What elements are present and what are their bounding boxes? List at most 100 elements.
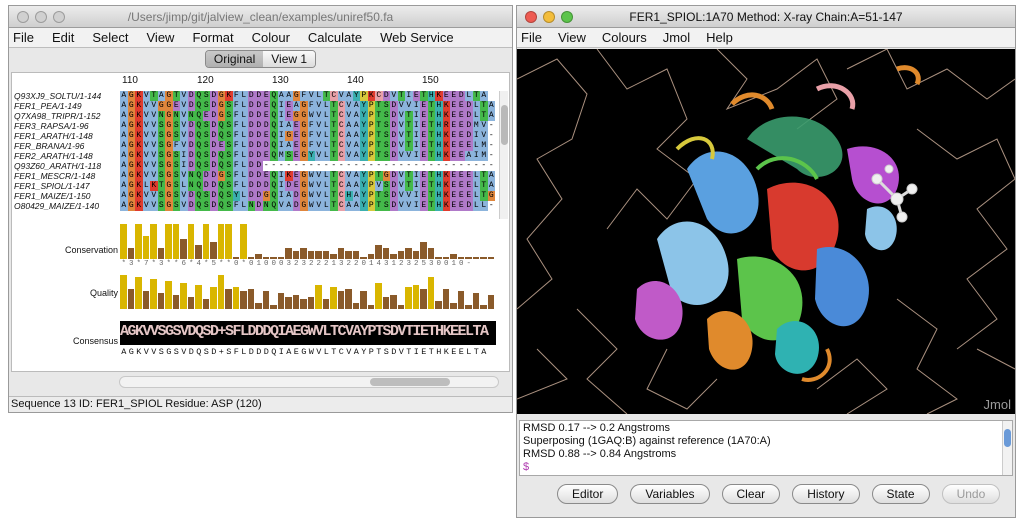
residue-cell[interactable]: I (412, 141, 420, 151)
residue-cell[interactable]: K (442, 181, 450, 191)
residue-cell[interactable]: A (487, 101, 495, 111)
residue-cell[interactable]: Y (360, 111, 368, 121)
residue-cell[interactable]: N (172, 111, 180, 121)
residue-cell[interactable]: V (405, 101, 413, 111)
menu-edit[interactable]: Edit (52, 30, 74, 45)
residue-cell[interactable]: E (292, 141, 300, 151)
residue-cell[interactable]: V (405, 201, 413, 211)
residue-cell[interactable]: C (337, 131, 345, 141)
residue-cell[interactable]: D (247, 161, 255, 171)
residue-cell[interactable]: D (210, 151, 218, 161)
residue-cell[interactable]: D (210, 101, 218, 111)
residue-cell[interactable]: E (450, 111, 458, 121)
residue-cell[interactable]: K (435, 91, 443, 101)
residue-cell[interactable]: V (397, 181, 405, 191)
residue-cell[interactable]: H (435, 181, 443, 191)
residue-cell[interactable]: I (412, 201, 420, 211)
residue-cell[interactable]: E (420, 111, 428, 121)
residue-cell[interactable]: V (180, 111, 188, 121)
residue-cell[interactable]: V (405, 191, 413, 201)
residue-cell[interactable]: T (330, 181, 338, 191)
residue-cell[interactable]: - (465, 161, 473, 171)
residue-cell[interactable]: T (427, 171, 435, 181)
residue-cell[interactable]: K (135, 161, 143, 171)
residue-cell[interactable]: Y (360, 181, 368, 191)
residue-cell[interactable]: V (345, 171, 353, 181)
residue-cell[interactable]: D (187, 131, 195, 141)
residue-cell[interactable]: E (450, 141, 458, 151)
residue-cell[interactable]: - (487, 161, 495, 171)
residue-cell[interactable]: S (172, 121, 180, 131)
residue-cell[interactable]: E (465, 141, 473, 151)
residue-cell[interactable]: S (202, 101, 210, 111)
residue-cell[interactable]: E (457, 181, 465, 191)
residue-cell[interactable]: A (345, 201, 353, 211)
residue-cell[interactable]: V (142, 121, 150, 131)
residue-cell[interactable]: A (487, 111, 495, 121)
residue-cell[interactable]: A (120, 161, 128, 171)
residue-cell[interactable]: D (255, 121, 263, 131)
residue-cell[interactable]: A (120, 131, 128, 141)
residue-cell[interactable]: G (127, 151, 135, 161)
residue-cell[interactable]: D (465, 131, 473, 141)
residue-cell[interactable]: A (352, 201, 360, 211)
residue-cell[interactable]: T (480, 191, 488, 201)
residue-cell[interactable]: Y (360, 121, 368, 131)
residue-cell[interactable]: T (480, 171, 488, 181)
residue-cell[interactable]: F (232, 171, 240, 181)
residue-cell[interactable]: A (292, 101, 300, 111)
residue-cell[interactable]: D (390, 111, 398, 121)
residue-cell[interactable]: V (180, 91, 188, 101)
residue-cell[interactable]: S (382, 101, 390, 111)
residue-cell[interactable]: E (292, 131, 300, 141)
residue-cell[interactable]: V (397, 151, 405, 161)
residue-cell[interactable]: C (337, 201, 345, 211)
residue-cell[interactable]: H (435, 101, 443, 111)
residue-cell[interactable]: P (367, 151, 375, 161)
residue-cell[interactable]: S (225, 111, 233, 121)
residue-cell[interactable]: F (232, 151, 240, 161)
menu-colours[interactable]: Colours (602, 30, 647, 45)
residue-cell[interactable]: A (345, 181, 353, 191)
residue-cell[interactable]: T (405, 181, 413, 191)
residue-cell[interactable]: D (390, 201, 398, 211)
residue-cell[interactable]: T (405, 171, 413, 181)
residue-cell[interactable]: L (465, 91, 473, 101)
residue-cell[interactable]: I (180, 151, 188, 161)
residue-cell[interactable]: G (127, 141, 135, 151)
residue-cell[interactable]: D (255, 141, 263, 151)
residue-cell[interactable]: I (277, 141, 285, 151)
residue-cell[interactable]: L (240, 121, 248, 131)
residue-cell[interactable]: - (420, 161, 428, 171)
residue-cell[interactable]: T (405, 141, 413, 151)
residue-cell[interactable]: P (360, 91, 368, 101)
residue-cell[interactable]: D (255, 91, 263, 101)
residue-cell[interactable]: D (210, 111, 218, 121)
residue-cell[interactable]: W (307, 201, 315, 211)
residue-cell[interactable]: P (367, 171, 375, 181)
residue-cell[interactable]: I (472, 151, 480, 161)
residue-cell[interactable]: G (165, 131, 173, 141)
residue-cell[interactable]: E (450, 91, 458, 101)
residue-cell[interactable]: D (255, 131, 263, 141)
residue-cell[interactable]: K (150, 181, 158, 191)
residue-cell[interactable]: E (457, 171, 465, 181)
residue-cell[interactable]: V (315, 111, 323, 121)
residue-cell[interactable]: S (225, 121, 233, 131)
residue-cell[interactable]: L (322, 141, 330, 151)
residue-cell[interactable]: - (292, 161, 300, 171)
residue-cell[interactable]: F (232, 201, 240, 211)
residue-cell[interactable]: R (442, 121, 450, 131)
residue-cell[interactable]: K (225, 91, 233, 101)
residue-cell[interactable]: D (187, 151, 195, 161)
residue-cell[interactable]: S (202, 141, 210, 151)
residue-cell[interactable]: V (315, 101, 323, 111)
residue-cell[interactable]: L (180, 181, 188, 191)
residue-cell[interactable]: K (285, 171, 293, 181)
residue-cell[interactable]: E (285, 101, 293, 111)
residue-cell[interactable]: A (285, 201, 293, 211)
residue-cell[interactable]: E (457, 141, 465, 151)
residue-cell[interactable]: D (465, 121, 473, 131)
residue-cell[interactable]: V (307, 91, 315, 101)
residue-cell[interactable]: L (472, 111, 480, 121)
